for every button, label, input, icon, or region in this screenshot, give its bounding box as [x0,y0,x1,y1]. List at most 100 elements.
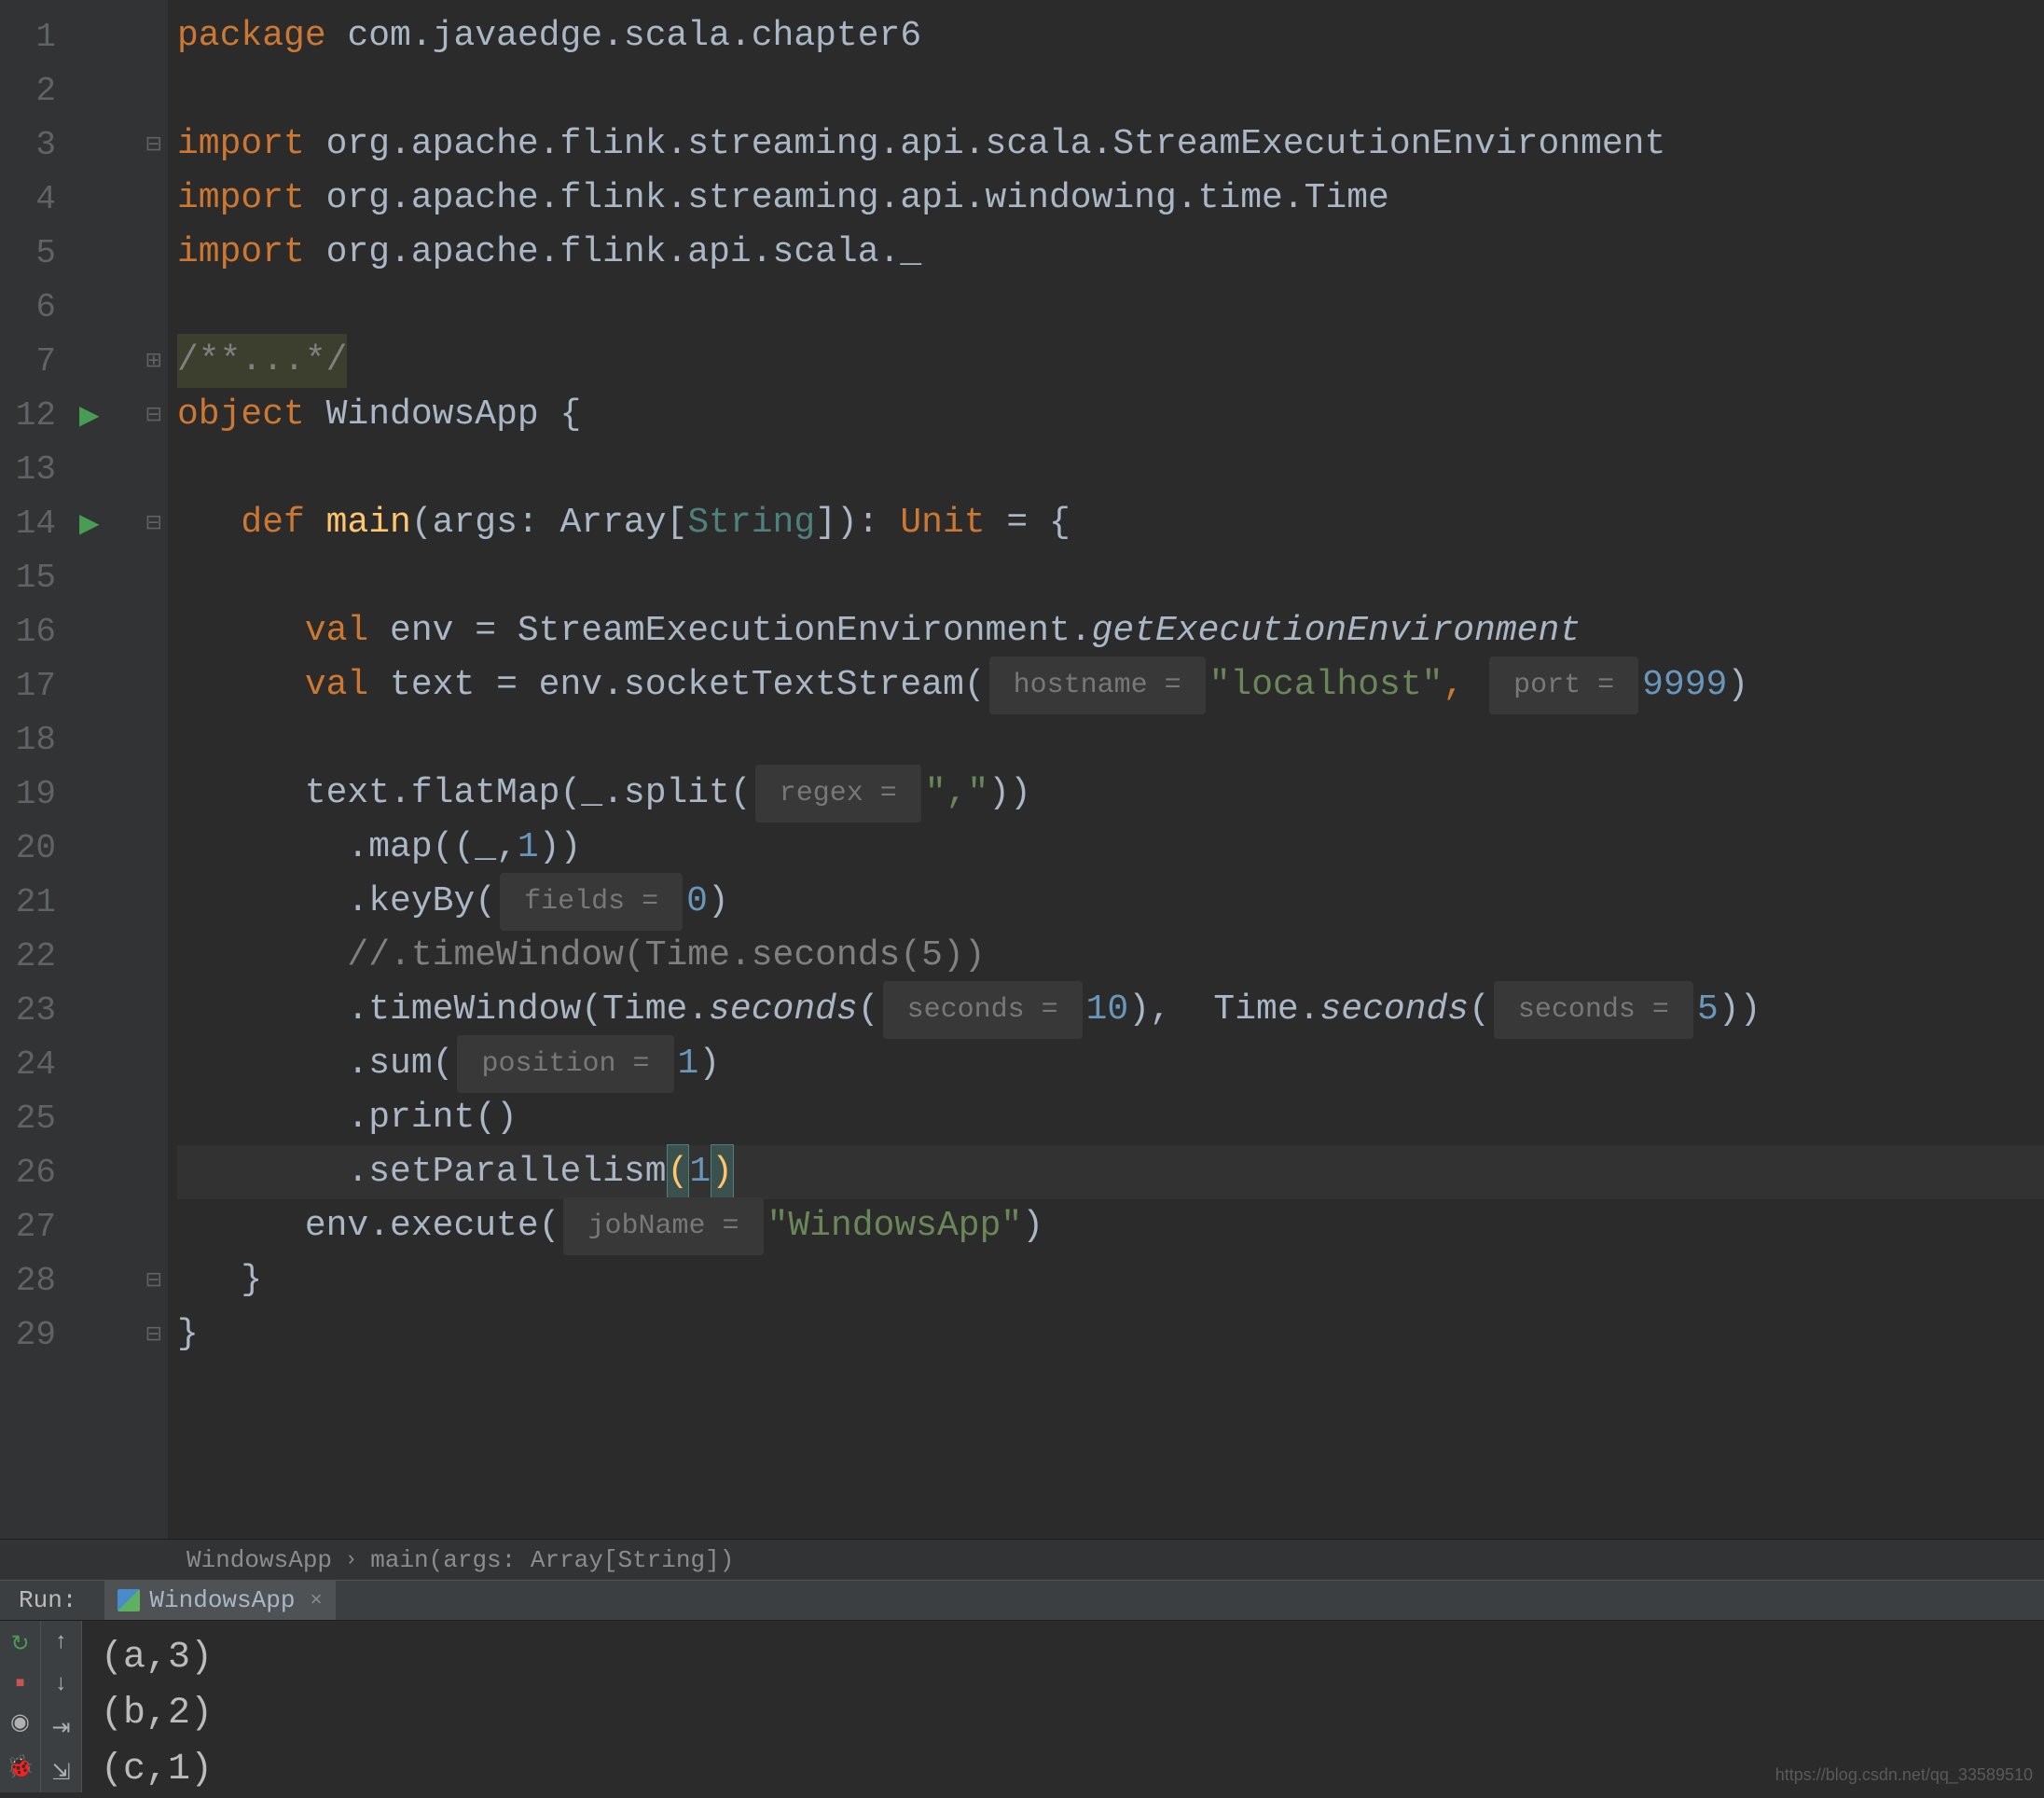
number-literal: 1 [518,821,539,875]
up-arrow-icon[interactable]: ↑ [54,1630,67,1655]
run-panel-header: Run: WindowsApp × [0,1580,2044,1621]
stop-icon[interactable]: ■ [16,1675,25,1692]
line-number: 21 [0,883,65,921]
param-hint: seconds = [883,981,1083,1039]
line-number: 27 [0,1208,65,1246]
line-number: 20 [0,829,65,867]
line-number: 5 [0,234,65,272]
static-method: getExecutionEnvironment [1092,604,1581,658]
console-line: (c,1) [101,1742,2025,1798]
number-literal: 0 [686,875,708,929]
camera-icon[interactable]: ◉ [10,1708,30,1736]
keyword: import [177,118,326,172]
line-number: 13 [0,450,65,489]
down-arrow-icon[interactable]: ↓ [54,1672,67,1697]
fold-end-icon[interactable]: ⊟ [145,1322,162,1347]
line-number: 15 [0,559,65,597]
param-hint: fields = [500,873,683,931]
line-number: 6 [0,288,65,326]
run-gutter-icon[interactable]: ▶ [79,399,100,432]
line-number: 12 [0,396,65,435]
run-panel-body: ↻ ■ ◉ 🐞 ↑ ↓ ⇥ ⇲ (a,3) (b,2) (c,1) [0,1621,2044,1792]
breadcrumb: WindowsApp › main(args: Array[String]) [0,1539,2044,1580]
line-number: 19 [0,775,65,813]
run-config-icon [117,1589,140,1611]
breadcrumb-item[interactable]: WindowsApp [186,1546,332,1574]
line-number: 17 [0,667,65,705]
line-number: 23 [0,991,65,1030]
fold-closed-icon[interactable]: ⊞ [145,349,162,373]
line-number: 2 [0,72,65,110]
bracket-match: ( [667,1144,690,1200]
line-number: 25 [0,1100,65,1138]
line-number: 18 [0,721,65,759]
string-literal: "WindowsApp" [767,1199,1023,1253]
fold-open-icon[interactable]: ⊟ [145,403,162,427]
string-literal: "," [925,767,988,821]
chevron-right-icon: › [345,1548,357,1571]
import-path: org.apache.flink.api.scala._ [326,226,922,280]
line-number: 28 [0,1262,65,1300]
run-gutter-icon[interactable]: ▶ [79,507,100,540]
line-number: 22 [0,937,65,975]
line-number: 1 [0,18,65,56]
param-hint: jobName = [563,1197,763,1255]
import-path: org.apache.flink.streaming.api.scala.Str… [326,118,1666,172]
line-number: 7 [0,342,65,380]
number-literal: 9999 [1642,658,1727,712]
line-number: 3 [0,126,65,164]
keyword: object [177,388,326,442]
bug-icon[interactable]: 🐞 [7,1753,35,1781]
watermark: https://blog.csdn.net/qq_33589510 [1775,1765,2033,1785]
number-literal: 1 [689,1145,711,1199]
fold-open-icon[interactable]: ⊟ [145,511,162,535]
folded-comment[interactable]: /**...*/ [177,334,347,388]
param-hint: seconds = [1494,981,1693,1039]
param-hint: position = [457,1035,673,1093]
soft-wrap-icon[interactable]: ⇥ [51,1714,70,1742]
keyword: import [177,172,326,226]
line-number: 4 [0,180,65,218]
type: String [687,496,815,550]
line-number: 16 [0,613,65,651]
import-path: org.apache.flink.streaming.api.windowing… [326,172,1389,226]
number-literal: 10 [1086,983,1129,1037]
comment: //.timeWindow(Time.seconds(5)) [305,929,986,983]
breadcrumb-item[interactable]: main(args: Array[String]) [370,1546,734,1574]
line-number: 24 [0,1045,65,1084]
line-number: 14 [0,505,65,543]
code-area[interactable]: package com.javaedge.scala.chapter6 impo… [168,0,2044,1539]
string-literal: "localhost" [1209,658,1443,712]
rerun-icon[interactable]: ↻ [10,1630,29,1658]
console-line: (a,3) [101,1630,2025,1686]
run-tab[interactable]: WindowsApp × [104,1581,335,1620]
line-number: 26 [0,1154,65,1192]
close-icon[interactable]: × [310,1589,322,1612]
scroll-end-icon[interactable]: ⇲ [51,1759,70,1787]
gutter: 1 2 3 ⊟ 4 5 6 7 ⊞ 12 ▶ ⊟ 13 14 ▶ ⊟ 15 16 17 18… [0,0,168,1539]
method-name: main [326,496,411,550]
object-name: WindowsApp [326,388,560,442]
fold-open-icon[interactable]: ⊟ [145,132,162,157]
param-hint: hostname = [989,657,1206,714]
param-hint: port = [1489,657,1638,714]
keyword: import [177,226,326,280]
line-number: 29 [0,1316,65,1354]
run-label: Run: [19,1586,76,1614]
number-literal: 1 [678,1037,699,1091]
run-toolbar-secondary: ↑ ↓ ⇥ ⇲ [41,1621,82,1792]
editor-area: 1 2 3⊟ 4 5 6 7⊞ 12▶⊟ 13 14▶⊟ 15 16 17 18… [0,0,2044,1539]
fold-end-icon[interactable]: ⊟ [145,1268,162,1293]
param-hint: regex = [755,765,921,823]
number-literal: 5 [1697,983,1719,1037]
console-line: (b,2) [101,1686,2025,1742]
keyword: def [241,496,325,550]
keyword: package [177,9,347,63]
package-name: com.javaedge.scala.chapter6 [347,9,921,63]
console-output[interactable]: (a,3) (b,2) (c,1) [82,1621,2044,1792]
keyword: val [305,604,390,658]
run-tab-name: WindowsApp [149,1586,295,1614]
run-toolbar-primary: ↻ ■ ◉ 🐞 [0,1621,41,1792]
bracket-match: ) [711,1144,734,1200]
keyword: val [305,658,390,712]
